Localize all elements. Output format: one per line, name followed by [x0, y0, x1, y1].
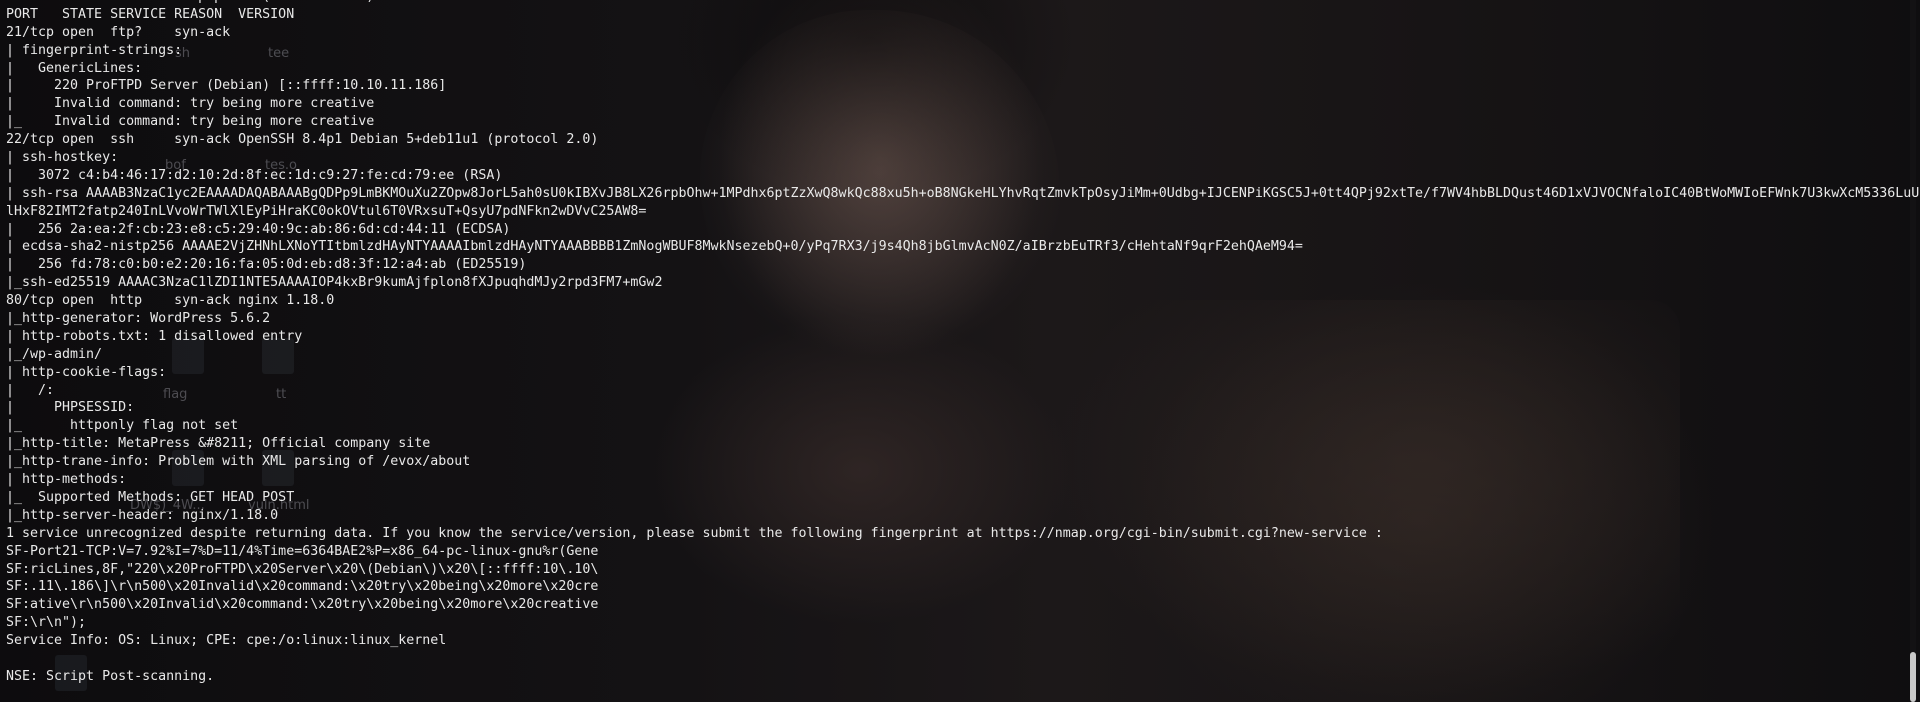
terminal-line: | http-methods:	[6, 472, 127, 488]
scrollbar[interactable]	[1910, 0, 1916, 702]
terminal-line: |_http-trane-info: Problem with XML pars…	[6, 454, 471, 470]
terminal-line: | ssh-hostkey:	[6, 150, 119, 166]
terminal-line: | http-robots.txt: 1 disallowed entry	[6, 328, 303, 344]
terminal-line: |_ httponly flag not set	[6, 418, 239, 434]
terminal-line: SF:ative\r\n500\x20Invalid\x20command:\x…	[6, 597, 599, 613]
terminal-line: | 256 fd:78:c0:b0:e2:20:16:fa:05:0d:eb:d…	[6, 257, 527, 273]
terminal-line: | http-cookie-flags:	[6, 364, 167, 380]
terminal-line: | ssh-rsa AAAAB3NzaC1yc2EAAAADAQABAAABgQ…	[6, 185, 1920, 201]
terminal-line: SF:ricLines,8F,"220\x20ProFTPD\x20Server…	[6, 561, 599, 577]
terminal-line: SF-Port21-TCP:V=7.92%I=7%D=11/4%Time=636…	[6, 543, 599, 559]
terminal-line: |_/wp-admin/	[6, 346, 103, 362]
terminal-line: lHxF82IMT2fatp240InLVvoWrTWlXlEyPiHraKC0…	[6, 203, 647, 219]
terminal-line: | ecdsa-sha2-nistp256 AAAAE2VjZHNhLXNoYT…	[6, 239, 1303, 255]
terminal-line: PORT STATE SERVICE REASON VERSION	[6, 6, 295, 22]
terminal-line: NSE: Script Post-scanning.	[6, 668, 215, 684]
terminal-line: | 220 ProFTPD Server (Debian) [::ffff:10…	[6, 78, 447, 94]
terminal-line: Service Info: OS: Linux; CPE: cpe:/o:lin…	[6, 633, 447, 649]
terminal-line: SF:\r\n");	[6, 615, 87, 631]
terminal-line: |_http-title: MetaPress &#8211; Official…	[6, 436, 431, 452]
terminal-line: |_ssh-ed25519 AAAAC3NzaC1lZDI1NTE5AAAAIO…	[6, 275, 663, 291]
terminal-window[interactable]: sh tee bof tes.o flag tt DW$)_4W... vuln…	[0, 0, 1920, 702]
terminal-line: | PHPSESSID:	[6, 400, 135, 416]
terminal-line: | 256 2a:ea:2f:cb:23:e8:c5:29:40:9c:ab:8…	[6, 221, 511, 237]
terminal-line: 21/tcp open ftp? syn-ack	[6, 24, 231, 40]
scrollbar-thumb[interactable]	[1910, 652, 1916, 702]
terminal-line: | GenericLines:	[6, 60, 143, 76]
terminal-line: SF:.11\.186\]\r\n500\x20Invalid\x20comma…	[6, 579, 599, 595]
terminal-line: | Invalid command: try being more creati…	[6, 96, 375, 112]
terminal-output[interactable]: Not shown: 997 closed tcp ports (conn-re…	[6, 0, 1920, 686]
terminal-line: |_http-generator: WordPress 5.6.2	[6, 311, 271, 327]
terminal-line: | 3072 c4:b4:46:17:d2:10:2d:8f:ec:1d:c9:…	[6, 167, 503, 183]
terminal-line: |_ Supported Methods: GET HEAD POST	[6, 489, 295, 505]
terminal-line: | fingerprint-strings:	[6, 42, 183, 58]
terminal-line: 22/tcp open ssh syn-ack OpenSSH 8.4p1 De…	[6, 132, 599, 148]
terminal-line: | /:	[6, 382, 55, 398]
terminal-line: 80/tcp open http syn-ack nginx 1.18.0	[6, 293, 335, 309]
terminal-line: |_http-server-header: nginx/1.18.0	[6, 507, 279, 523]
terminal-line: |_ Invalid command: try being more creat…	[6, 114, 375, 130]
terminal-line: 1 service unrecognized despite returning…	[6, 525, 1383, 541]
